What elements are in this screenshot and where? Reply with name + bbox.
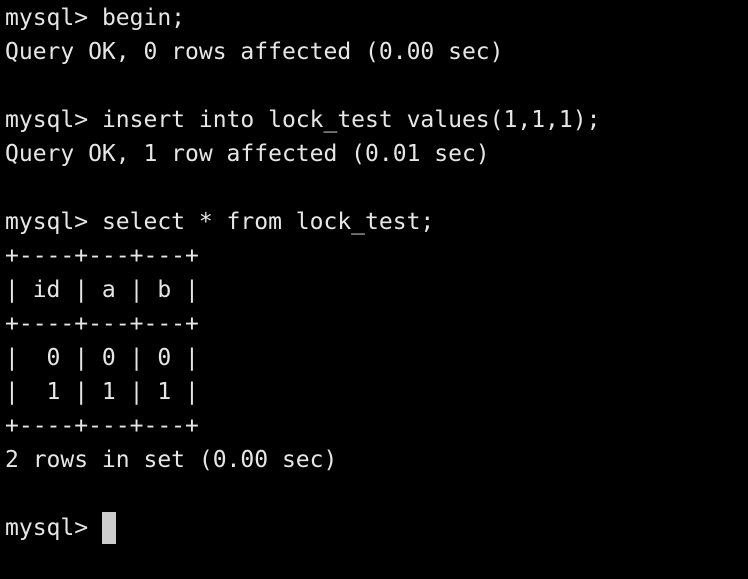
command-text: insert into lock_test values(1,1,1); <box>101 107 601 133</box>
table-header: | id | a | b | <box>5 277 199 303</box>
table-border: +----+---+---+ <box>5 413 199 439</box>
command-line: mysql> select * from lock_test; <box>5 205 748 239</box>
prompt: mysql> <box>5 209 102 235</box>
command-line: mysql> insert into lock_test values(1,1,… <box>5 103 748 137</box>
table-border: +----+---+---+ <box>5 311 199 337</box>
output-text: Query OK, 1 row affected (0.01 sec) <box>5 141 490 167</box>
text-cursor <box>101 512 116 544</box>
command-text: begin; <box>101 5 186 31</box>
terminal-window[interactable]: mysql> begin; Query OK, 0 rows affected … <box>0 1 748 579</box>
table-row: | 1 | 1 | 1 | <box>5 379 199 405</box>
prompt: mysql> <box>5 515 102 541</box>
table-row: | 0 | 0 | 0 | <box>5 345 199 371</box>
output-text: 2 rows in set (0.00 sec) <box>5 447 338 473</box>
command-text: select * from lock_test; <box>101 209 435 235</box>
command-line: mysql> begin; <box>5 1 748 35</box>
prompt: mysql> <box>5 5 102 31</box>
output-line: Query OK, 0 rows affected (0.00 sec) <box>5 35 748 69</box>
table-border: +----+---+---+ <box>5 243 199 269</box>
output-line: 2 rows in set (0.00 sec) <box>5 443 748 477</box>
output-line: Query OK, 1 row affected (0.01 sec) <box>5 137 748 171</box>
output-text: Query OK, 0 rows affected (0.00 sec) <box>5 39 504 65</box>
prompt: mysql> <box>5 107 102 133</box>
active-prompt-line[interactable]: mysql> <box>5 511 748 545</box>
